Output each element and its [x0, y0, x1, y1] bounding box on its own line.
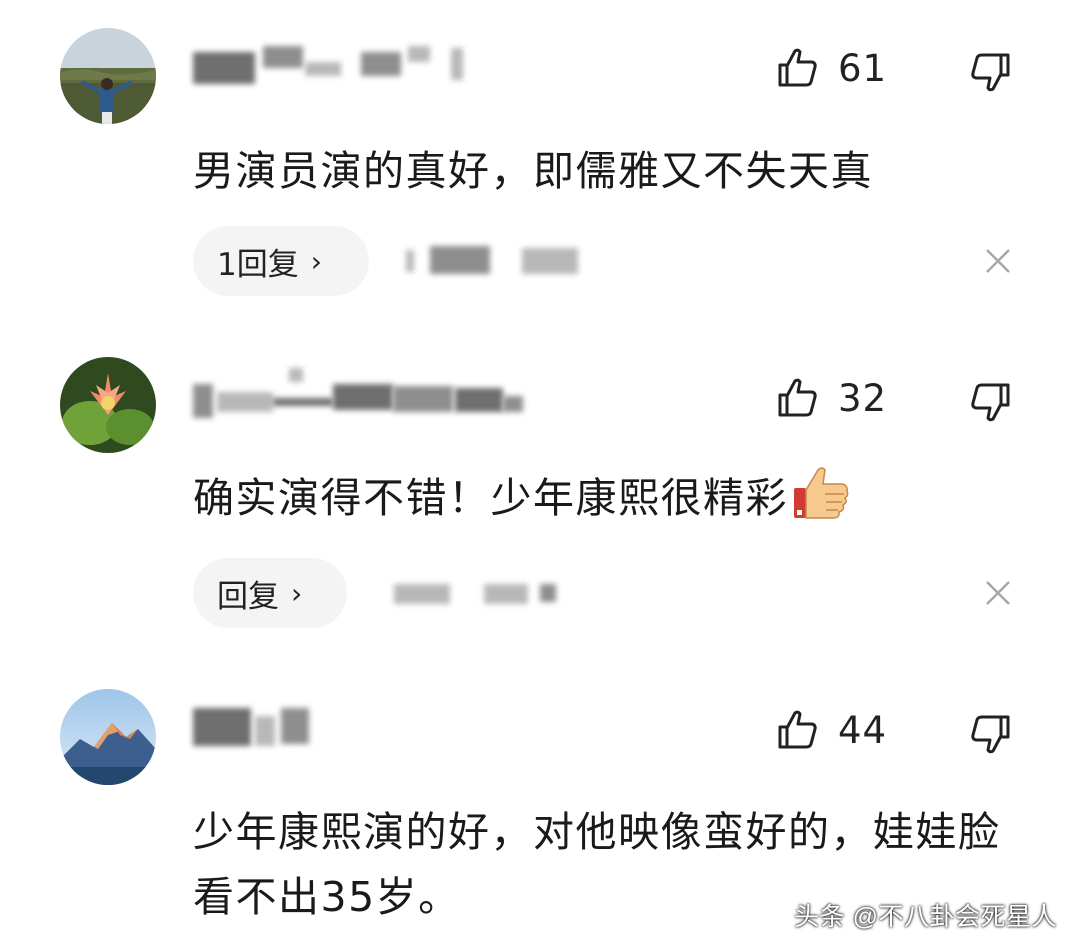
- like-count: 32: [838, 376, 888, 420]
- comment-text: 男演员演的真好，即儒雅又不失天真: [193, 147, 873, 195]
- username-blurred[interactable]: [193, 44, 483, 88]
- like-button[interactable]: 61: [776, 44, 887, 92]
- like-button[interactable]: 32: [776, 374, 887, 422]
- thumbs-up-icon: [778, 48, 817, 87]
- thumbs-up-emoji: [794, 467, 849, 519]
- thumbs-up-icon: [778, 710, 817, 749]
- avatar[interactable]: [60, 689, 156, 785]
- comment-text: 确实演得不错！少年康熙很精彩: [193, 466, 1023, 531]
- timestamp-blurred: [400, 246, 580, 274]
- close-icon[interactable]: [983, 246, 1013, 276]
- thumbs-down-icon[interactable]: [966, 710, 1012, 756]
- thumbs-down-icon[interactable]: [966, 48, 1012, 94]
- avatar[interactable]: [60, 357, 156, 453]
- chevron-right-icon: ›: [310, 244, 322, 278]
- like-button[interactable]: 44: [776, 706, 887, 754]
- avatar[interactable]: [60, 28, 156, 124]
- close-icon[interactable]: [983, 578, 1013, 608]
- thumbs-up-icon: [778, 378, 817, 417]
- like-count: 61: [838, 46, 888, 90]
- like-count: 44: [838, 708, 888, 752]
- timestamp-blurred: [394, 580, 564, 608]
- username-blurred[interactable]: [193, 706, 333, 750]
- reply-label: 回复: [217, 578, 279, 615]
- thumbs-down-icon[interactable]: [966, 378, 1012, 424]
- reply-label: 1回复: [217, 246, 299, 283]
- reply-button[interactable]: 回复 ›: [193, 558, 347, 628]
- username-blurred[interactable]: [193, 368, 523, 418]
- comment-text-content: 确实演得不错！少年康熙很精彩: [193, 474, 788, 522]
- reply-button[interactable]: 1回复 ›: [193, 226, 369, 296]
- watermark: 头条 @不八卦会死星人: [794, 903, 1057, 931]
- chevron-right-icon: ›: [291, 576, 303, 610]
